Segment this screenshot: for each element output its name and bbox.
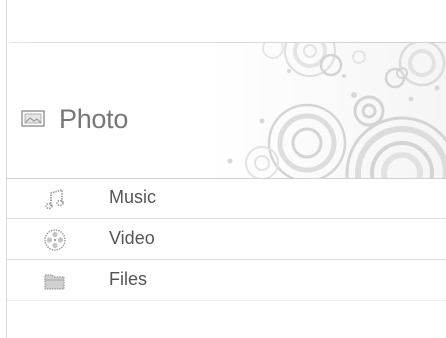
photo-icon xyxy=(21,110,45,127)
page-title: Photo xyxy=(59,103,129,134)
menu-item-label: Files xyxy=(109,269,148,289)
page-title-row: Photo xyxy=(21,102,128,136)
menu-item-music[interactable]: Music xyxy=(7,178,446,219)
folder-icon xyxy=(44,274,65,290)
bottom-divider xyxy=(7,300,446,301)
menu-item-label: Music xyxy=(109,187,157,207)
menu-item-video[interactable]: Video xyxy=(7,219,446,260)
media-menu-list: Music Video Files xyxy=(7,178,446,301)
video-reel-icon xyxy=(44,229,66,251)
photo-header-panel[interactable]: Photo xyxy=(7,43,446,178)
menu-item-files[interactable]: Files xyxy=(7,260,446,301)
music-icon xyxy=(45,188,64,210)
menu-item-label: Video xyxy=(109,228,155,248)
